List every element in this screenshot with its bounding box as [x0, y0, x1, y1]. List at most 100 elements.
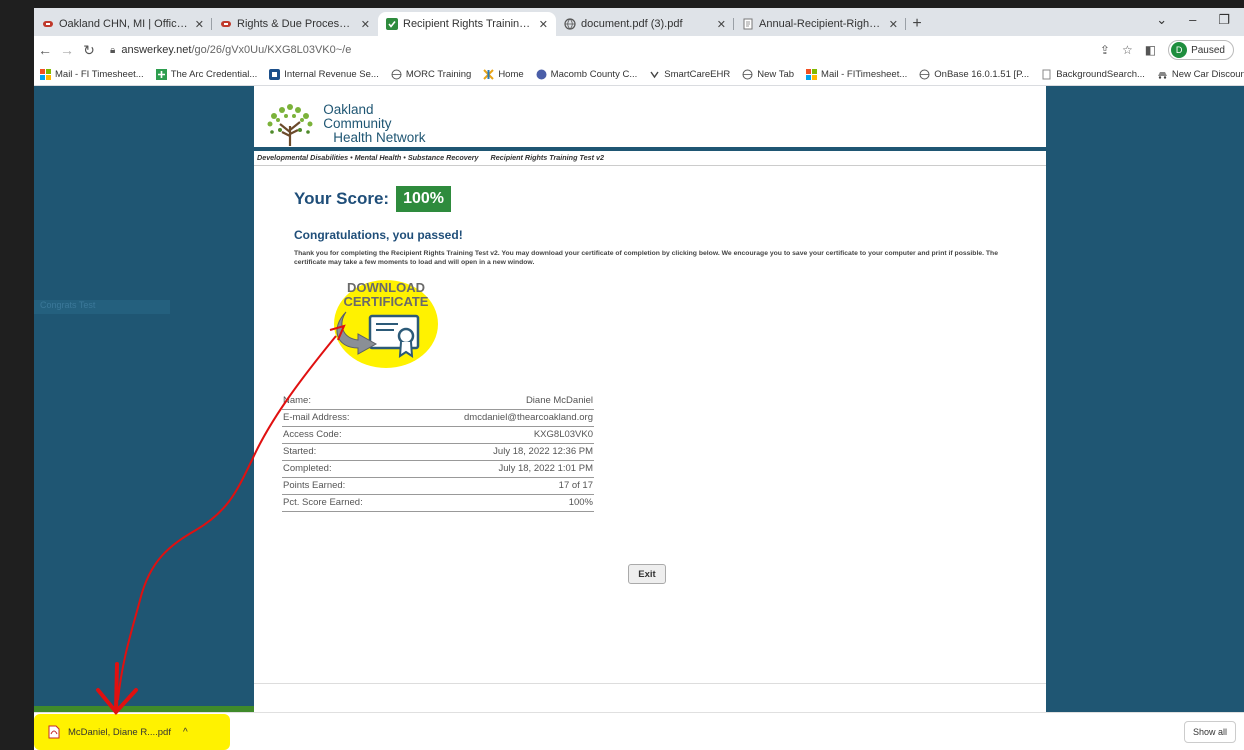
show-all-button[interactable]: Show all [1184, 721, 1236, 743]
row-label: Completed: [282, 460, 402, 478]
downloads-bar: McDaniel, Diane R....pdf ^ Show all [34, 712, 1244, 750]
tab-bar: Oakland CHN, MI | Official Webs ✕ Rights… [34, 8, 1244, 36]
back-arrow-icon[interactable]: ← [34, 42, 56, 58]
bookmark-item[interactable]: New Car Discounts... [1157, 69, 1244, 80]
row-value: 100% [401, 494, 594, 512]
minimize-icon[interactable]: – [1189, 12, 1196, 28]
profile-status: Paused [1191, 44, 1225, 56]
close-icon[interactable]: ✕ [195, 18, 204, 31]
bookmark-item[interactable]: Mail - FITimesheet... [806, 69, 907, 80]
row-label: E-mail Address: [282, 409, 402, 427]
plus-icon [155, 69, 167, 80]
row-label: Name: [282, 392, 402, 410]
tab-oakland-chn[interactable]: Oakland CHN, MI | Official Webs ✕ [34, 12, 212, 36]
bookmark-star-icon[interactable]: ☆ [1122, 43, 1133, 57]
smartcare-icon [649, 69, 660, 80]
row-label: Pct. Score Earned: [282, 494, 402, 512]
tagline-divider [254, 165, 1046, 166]
table-row: Name: Diane McDaniel [282, 392, 594, 410]
document-favicon [742, 18, 754, 30]
restore-icon[interactable]: ❐ [1218, 12, 1230, 28]
faint-overlay-text: Congrats Test [34, 300, 170, 314]
tab-title: Annual-Recipient-Rights-Training [759, 18, 883, 30]
cert-line2: CERTIFICATE [344, 294, 429, 309]
bookmark-item[interactable]: Internal Revenue Se... [269, 69, 379, 80]
circle-icon [536, 69, 547, 80]
bookmark-item[interactable]: OnBase 16.0.1.51 [P... [919, 69, 1029, 80]
completion-message: Thank you for completing the Recipient R… [294, 250, 998, 267]
bookmark-item[interactable]: MORC Training [391, 69, 471, 80]
url-path: /go/26/gVx0Uu/KXG8L03VK0~/e [191, 44, 352, 56]
tab-rights-due-process[interactable]: Rights & Due Process Training | C ✕ [212, 12, 378, 36]
url-field[interactable]: 🔒︎ answerkey.net/go/26/gVx0Uu/KXG8L03VK0… [110, 40, 351, 60]
bookmark-item[interactable]: Home [483, 69, 524, 80]
row-value: July 18, 2022 1:01 PM [401, 460, 594, 478]
logo-line1: Oakland Community [323, 101, 392, 131]
tagline: Developmental Disabilities • Mental Heal… [257, 153, 604, 162]
tab-title: Rights & Due Process Training | C [237, 18, 355, 30]
bookmark-item[interactable]: BackgroundSearch... [1041, 69, 1145, 80]
close-icon[interactable]: ✕ [889, 18, 898, 31]
toolbar-right: ⇪ ☆ ◧ D Paused [1100, 40, 1234, 60]
table-row: E-mail Address: dmcdaniel@thearcoakland.o… [282, 409, 594, 427]
close-icon[interactable]: ✕ [717, 18, 726, 31]
tab-document-pdf[interactable]: document.pdf (3).pdf ✕ [556, 12, 734, 36]
table-row: Started: July 18, 2022 12:36 PM [282, 443, 594, 461]
row-value: July 18, 2022 12:36 PM [401, 443, 594, 461]
close-icon[interactable]: ✕ [539, 18, 548, 31]
tab-annual-training[interactable]: Annual-Recipient-Rights-Training ✕ [734, 12, 906, 36]
ochn-favicon [220, 18, 232, 30]
url-host: answerkey.net [121, 44, 192, 56]
tab-title: document.pdf (3).pdf [581, 18, 683, 30]
ochn-logo[interactable]: Oakland Community Health Network [260, 102, 440, 146]
table-row: Completed: July 18, 2022 1:01 PM [282, 460, 594, 478]
reload-icon[interactable]: ↻ [78, 42, 100, 59]
bookmark-item[interactable]: The Arc Credential... [155, 69, 257, 80]
globe-favicon [564, 18, 576, 30]
exit-button[interactable]: Exit [628, 564, 666, 584]
page-viewport: Congrats Test Oakland Community Health N… [34, 86, 1244, 712]
tab-title: Oakland CHN, MI | Official Webs [59, 18, 189, 30]
new-tab-button[interactable]: + [906, 12, 928, 36]
row-value: Diane McDaniel [401, 392, 594, 410]
table-row: Points Earned: 17 of 17 [282, 477, 594, 495]
row-label: Access Code: [282, 426, 402, 444]
bookmark-item[interactable]: New Tab [742, 69, 794, 80]
chevron-up-icon[interactable]: ^ [183, 727, 188, 738]
row-value: 17 of 17 [401, 477, 594, 495]
globe-icon [919, 69, 930, 80]
test-results-page: Oakland Community Health Network Develop… [254, 86, 1046, 712]
share-icon[interactable]: ⇪ [1100, 43, 1110, 57]
tab-title: Recipient Rights Training Test v2 [403, 18, 533, 30]
screenshot-root: Oakland CHN, MI | Official Webs ✕ Rights… [0, 0, 1244, 750]
left-dark-strip [0, 0, 34, 750]
forward-arrow-icon[interactable]: → [56, 42, 78, 58]
download-item[interactable]: McDaniel, Diane R....pdf ^ [48, 725, 188, 739]
tab-search-chevron-icon[interactable]: ⌄ [1156, 12, 1167, 28]
footer-divider [254, 683, 1046, 684]
doc-icon [1041, 69, 1052, 80]
tab-recipient-rights-test[interactable]: Recipient Rights Training Test v2 ✕ [378, 12, 556, 36]
bookmark-item[interactable]: SmartCareEHR [649, 69, 730, 80]
checkmark-favicon [386, 18, 398, 30]
bookmark-item[interactable]: Macomb County C... [536, 69, 637, 80]
bookmark-item[interactable]: Mail - FI Timesheet... [40, 69, 144, 80]
home-bm-icon [483, 69, 495, 80]
score-row: Your Score: 100% [294, 186, 452, 212]
download-certificate-button[interactable]: DOWNLOAD CERTIFICATE [326, 278, 442, 370]
irs-icon [269, 69, 281, 80]
side-panel-icon[interactable]: ◧ [1145, 43, 1156, 57]
header-rule [254, 147, 1046, 151]
close-icon[interactable]: ✕ [361, 18, 370, 31]
ms-icon [806, 69, 818, 80]
lock-icon: 🔒︎ [110, 44, 116, 56]
profile-button[interactable]: D Paused [1168, 40, 1234, 60]
row-value: KXG8L03VK0 [401, 426, 594, 444]
download-file-name: McDaniel, Diane R....pdf [68, 726, 171, 738]
row-label: Started: [282, 443, 402, 461]
profile-avatar: D [1171, 42, 1188, 58]
address-bar-row: ← → ↻ 🔒︎ answerkey.net/go/26/gVx0Uu/KXG8… [34, 36, 1244, 64]
table-row: Pct. Score Earned: 100% [282, 494, 594, 512]
row-value: dmcdaniel@thearcoakland.org [401, 409, 594, 427]
table-row: Access Code: KXG8L03VK0 [282, 426, 594, 444]
